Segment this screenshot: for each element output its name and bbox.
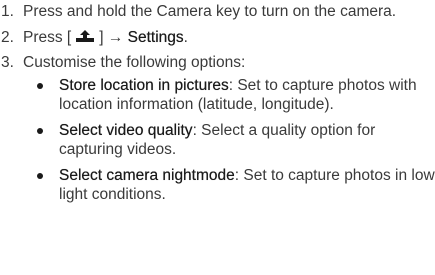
step-end: .: [183, 28, 188, 46]
option-store-location: Store location in pictures: Set to captu…: [37, 76, 435, 115]
instruction-document: 1. Press and hold the Camera key to turn…: [0, 2, 435, 211]
bullet-icon: [37, 82, 43, 89]
bullet-icon: [37, 127, 43, 134]
upload-tray-icon: [72, 29, 98, 44]
step-2: 2. Press [ ] → Settings.: [0, 28, 435, 48]
bullet-icon: [37, 172, 43, 179]
option-video-quality: Select video quality: Select a quality o…: [37, 121, 435, 160]
step-number: 1.: [1, 3, 14, 20]
step-prefix: Press [: [23, 28, 72, 46]
step-text: Press and hold the Camera key to turn on…: [23, 3, 397, 20]
option-name: Select video quality: [59, 121, 193, 139]
step-number: 3.: [1, 54, 14, 71]
settings-menu-target: Settings: [127, 28, 184, 46]
step-number: 2.: [1, 28, 14, 46]
option-camera-nightmode: Select camera nightmode: Set to capture …: [37, 166, 435, 205]
step-suffix: ] →: [99, 28, 128, 46]
option-name: Store location in pictures: [59, 76, 229, 94]
options-list: Store location in pictures: Set to captu…: [23, 76, 435, 205]
step-text: Customise the following options:: [23, 54, 246, 71]
step-3: 3. Customise the following options: Stor…: [0, 53, 435, 205]
option-name: Select camera nightmode: [59, 166, 235, 184]
step-1: 1. Press and hold the Camera key to turn…: [0, 2, 435, 22]
